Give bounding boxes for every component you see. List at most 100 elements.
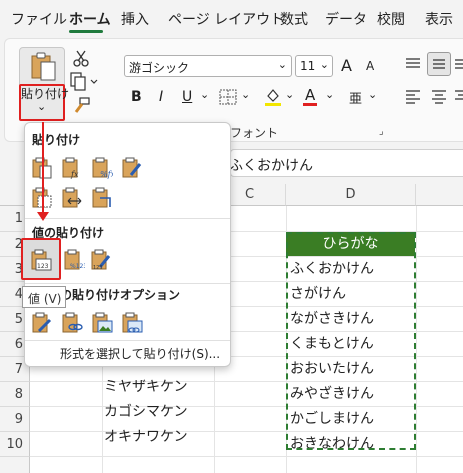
- borders-icon[interactable]: [219, 89, 237, 105]
- dialog-launcher-icon[interactable]: ⌟: [379, 126, 384, 137]
- fill-color-icon[interactable]: [264, 87, 282, 107]
- align-center-icon[interactable]: [430, 88, 448, 104]
- gridline: [30, 431, 463, 432]
- chevron-down-icon[interactable]: ⌄: [285, 88, 294, 101]
- paste-linked-picture-icon: [122, 312, 143, 333]
- cell-b8[interactable]: ミヤザキケン: [104, 375, 188, 399]
- cell-b9[interactable]: カゴシマケン: [104, 400, 188, 424]
- paste-option-transpose[interactable]: [90, 186, 114, 210]
- tab-page-layout[interactable]: ページ レイアウト: [168, 9, 284, 29]
- underline-button[interactable]: U: [182, 89, 192, 105]
- paste-values-format-icon: %123: [64, 249, 85, 270]
- paste-option-keep-column-width[interactable]: [60, 186, 84, 210]
- tooltip: 値 (V): [22, 286, 66, 308]
- formula-bar-value: ふくおかけん: [229, 158, 313, 174]
- annotation-arrow-head: [37, 212, 49, 221]
- gridline: [30, 381, 463, 382]
- paste-link-icon: [62, 312, 83, 333]
- chevron-down-icon[interactable]: ⌄: [200, 88, 209, 101]
- cell-d6[interactable]: くまもとけん: [290, 332, 374, 356]
- font-name-value: 游ゴシック: [129, 61, 190, 75]
- chevron-down-icon[interactable]: ⌄: [325, 88, 334, 101]
- paste-option-formulas[interactable]: fx: [60, 156, 84, 180]
- cell-d2-header[interactable]: ひらがな: [286, 232, 415, 256]
- grow-font-button[interactable]: A: [341, 56, 352, 75]
- font-size-value: 11: [300, 59, 316, 73]
- align-middle-icon: [433, 59, 445, 69]
- paste-picture-icon: [92, 312, 113, 333]
- tab-file[interactable]: ファイル: [11, 9, 67, 29]
- cell-d4[interactable]: さがけん: [290, 282, 346, 306]
- row-header[interactable]: 10: [0, 432, 30, 457]
- chevron-down-icon: ⌄: [37, 100, 47, 113]
- tab-formulas[interactable]: 数式: [280, 9, 308, 29]
- paste-values-source-icon: 123: [91, 249, 111, 271]
- chevron-down-icon: ⌄: [277, 58, 287, 71]
- paste-formulas-format-icon: %fx: [92, 157, 113, 179]
- chevron-down-icon[interactable]: ⌄: [368, 88, 377, 101]
- paste-option-picture[interactable]: [90, 311, 114, 335]
- gridline: [30, 406, 463, 407]
- row-header[interactable]: 9: [0, 407, 30, 432]
- align-top-icon[interactable]: [404, 56, 422, 72]
- cell-d8[interactable]: みやざきけん: [290, 382, 374, 406]
- svg-text:%123: %123: [70, 263, 85, 270]
- font-color-swatch: [303, 103, 317, 106]
- cell-d7[interactable]: おおいたけん: [290, 357, 374, 381]
- paste-option-formatting[interactable]: [30, 311, 54, 335]
- menu-section-paste: 貼り付け: [32, 133, 81, 147]
- menu-divider: [25, 340, 230, 341]
- paste-option-linked-picture[interactable]: [120, 311, 144, 335]
- paste-option-values[interactable]: 123: [29, 248, 53, 272]
- cell-d5[interactable]: ながさきけん: [290, 307, 374, 331]
- cell-d3[interactable]: ふくおかけん: [290, 257, 374, 281]
- font-size-dropdown[interactable]: 11 ⌄: [295, 55, 333, 77]
- svg-text:123: 123: [93, 265, 103, 271]
- paste-option-keep-source-format[interactable]: [120, 156, 144, 180]
- menu-section-other-paste: の貼り付けオプション: [60, 288, 181, 302]
- align-left-icon[interactable]: [404, 88, 422, 104]
- italic-button[interactable]: I: [159, 89, 163, 105]
- paste-formatting-icon: [32, 312, 52, 333]
- paste-transpose-icon: [92, 187, 111, 208]
- bold-button[interactable]: B: [131, 89, 142, 105]
- gridline: [30, 456, 463, 457]
- svg-text:%fx: %fx: [100, 170, 113, 179]
- svg-text:123: 123: [37, 263, 49, 270]
- font-color-button[interactable]: A: [305, 86, 315, 104]
- chevron-down-icon[interactable]: ⌄: [241, 88, 250, 101]
- tab-insert[interactable]: 挿入: [121, 9, 149, 29]
- paste-option-values-source-format[interactable]: 123: [89, 248, 113, 272]
- cut-icon[interactable]: [72, 49, 90, 67]
- cell-d10[interactable]: おきなわけん: [290, 432, 374, 456]
- gridline: [416, 206, 417, 473]
- svg-text:fx: fx: [70, 170, 79, 179]
- cell-b10[interactable]: オキナワケン: [104, 425, 188, 449]
- tab-view[interactable]: 表示: [425, 9, 453, 29]
- paste-special-menu-item[interactable]: 形式を選択して貼り付け(S)...: [60, 345, 220, 362]
- copy-icon[interactable]: [70, 72, 100, 92]
- format-painter-icon[interactable]: [72, 97, 90, 115]
- align-right-icon[interactable]: [455, 88, 463, 104]
- active-tab-indicator: [69, 30, 103, 33]
- ribbon-tab-bar: ファイル ホーム 挿入 ページ レイアウト 数式 データ 校閲 表示: [0, 0, 463, 34]
- tab-home[interactable]: ホーム: [69, 9, 111, 29]
- chevron-down-icon: ⌄: [319, 58, 329, 71]
- cell-d9[interactable]: かごしまけん: [290, 407, 374, 431]
- annotation-arrow-line: [42, 122, 44, 214]
- row-header-partial[interactable]: [0, 457, 30, 473]
- paste-column-width-icon: [62, 187, 82, 208]
- paste-option-link[interactable]: [60, 311, 84, 335]
- shrink-font-button[interactable]: A: [366, 59, 374, 73]
- paste-option-values-number-format[interactable]: %123: [62, 248, 86, 272]
- tab-review[interactable]: 校閲: [377, 9, 405, 29]
- tab-data[interactable]: データ: [325, 9, 367, 29]
- column-header-d[interactable]: D: [286, 184, 416, 206]
- column-header-e[interactable]: [416, 184, 463, 206]
- phonetic-guide-button[interactable]: 亜: [349, 88, 362, 107]
- paste-option-formulas-number-format[interactable]: %fx: [90, 156, 114, 180]
- align-bottom-icon[interactable]: [455, 56, 463, 72]
- menu-divider: [25, 218, 230, 219]
- row-header[interactable]: 8: [0, 382, 30, 407]
- font-name-dropdown[interactable]: 游ゴシック ⌄: [124, 55, 292, 77]
